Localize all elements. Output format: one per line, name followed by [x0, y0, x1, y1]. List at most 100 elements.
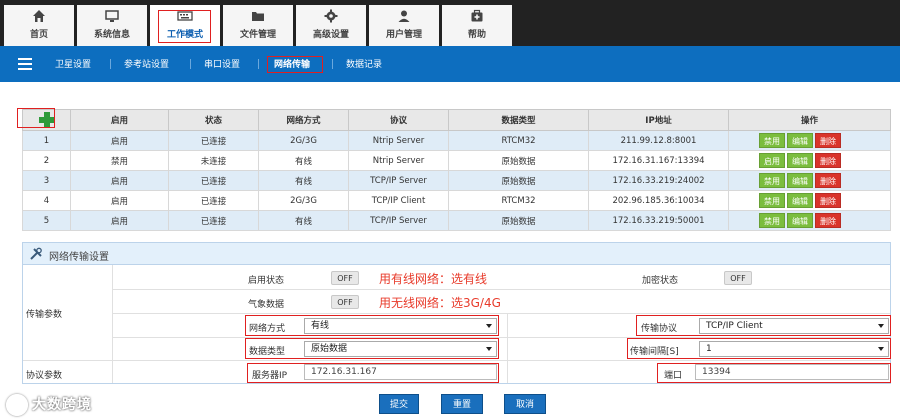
edit-button[interactable]: 编辑 [787, 153, 813, 168]
row-actions: 禁用 编辑 删除 [728, 170, 891, 191]
subnav-satellite[interactable]: 卫星设置 [55, 57, 91, 70]
chevron-down-icon [486, 347, 492, 351]
row-protocol: Ntrip Server [348, 150, 449, 171]
network-mode-value: 有线 [311, 321, 330, 331]
reset-button[interactable]: 重置 [441, 394, 483, 414]
row-network: 2G/3G [258, 130, 349, 151]
tab-help-label: 帮助 [467, 30, 486, 40]
panel-title: 网络传输设置 [49, 252, 109, 263]
edit-button[interactable]: 编辑 [787, 193, 813, 208]
tab-work-mode-label: 工作模式 [166, 30, 203, 40]
network-mode-label: 网络方式 [249, 324, 286, 334]
row-protocol: Ntrip Server [348, 130, 449, 151]
table-row: 3 启用 已连接 有线 TCP/IP Server 原始数据 172.16.33… [22, 170, 891, 191]
delete-button[interactable]: 删除 [815, 133, 841, 148]
row-data-type: 原始数据 [448, 210, 589, 231]
chevron-down-icon [878, 324, 884, 328]
row-ip: 172.16.33.219:50001 [588, 210, 729, 231]
row-network: 有线 [258, 170, 349, 191]
keyboard-icon [177, 11, 193, 21]
server-ip-input[interactable]: 172.16.31.167 [304, 364, 497, 380]
data-type-select[interactable]: 原始数据 [304, 341, 497, 357]
tab-user-management[interactable]: 用户管理 [369, 5, 439, 46]
row-divider [113, 337, 890, 338]
submit-button[interactable]: 提交 [379, 394, 419, 414]
tab-system-info[interactable]: 系统信息 [77, 5, 147, 46]
row-divider [23, 360, 890, 361]
row-number: 5 [22, 210, 71, 231]
port-input[interactable]: 13394 [695, 364, 889, 380]
network-transfer-settings-panel: 网络传输设置 传输参数 协议参数 启用状态 OFF 用有线网络：选有线 加密状态… [22, 242, 891, 384]
subnav-reference-station[interactable]: 参考站设置 [124, 57, 169, 70]
menu-icon[interactable] [18, 58, 32, 70]
tab-help[interactable]: 帮助 [442, 5, 512, 46]
tab-home[interactable]: 首页 [4, 5, 74, 46]
subnav-data-record[interactable]: 数据记录 [346, 57, 382, 70]
row-enabled: 启用 [70, 130, 169, 151]
sub-nav-bar: 卫星设置 参考站设置 串口设置 网络传输 数据记录 [0, 46, 900, 82]
subnav-separator [258, 59, 259, 69]
row-protocol: TCP/IP Server [348, 210, 449, 231]
table-row: 4 启用 已连接 2G/3G TCP/IP Client RTCM32 202.… [22, 190, 891, 211]
disable-button[interactable]: 禁用 [759, 213, 785, 228]
header-status: 状态 [168, 109, 259, 131]
transfer-protocol-select[interactable]: TCP/IP Client [699, 318, 889, 334]
tab-advanced-settings[interactable]: 高级设置 [296, 5, 366, 46]
row-ip: 211.99.12.8:8001 [588, 130, 729, 151]
delete-button[interactable]: 删除 [815, 173, 841, 188]
subnav-network-transfer[interactable]: 网络传输 [274, 57, 310, 70]
help-icon [471, 9, 483, 22]
chevron-down-icon [878, 347, 884, 351]
weather-data-toggle[interactable]: OFF [331, 295, 359, 309]
annotation-wireless: 用无线网络：选3G/4G [379, 296, 501, 310]
row-enabled: 禁用 [70, 150, 169, 171]
tab-file-management[interactable]: 文件管理 [223, 5, 293, 46]
transfer-protocol-value: TCP/IP Client [706, 321, 763, 331]
row-number: 2 [22, 150, 71, 171]
row-protocol: TCP/IP Server [348, 170, 449, 191]
delete-button[interactable]: 删除 [815, 213, 841, 228]
row-network: 2G/3G [258, 190, 349, 211]
add-icon[interactable] [38, 112, 55, 128]
header-enabled: 启用 [70, 109, 169, 131]
edit-button[interactable]: 编辑 [787, 133, 813, 148]
encrypt-status-toggle[interactable]: OFF [724, 271, 752, 285]
row-data-type: RTCM32 [448, 130, 589, 151]
watermark-logo-icon [6, 394, 28, 416]
group-transfer-label: 传输参数 [26, 310, 63, 320]
disable-button[interactable]: 禁用 [759, 173, 785, 188]
transfer-interval-value: 1 [706, 344, 712, 354]
row-enabled: 启用 [70, 190, 169, 211]
delete-button[interactable]: 删除 [815, 193, 841, 208]
row-actions: 禁用 编辑 删除 [728, 190, 891, 211]
enable-button[interactable]: 启用 [759, 153, 785, 168]
cancel-button[interactable]: 取消 [504, 394, 546, 414]
tab-work-mode[interactable]: 工作模式 [150, 5, 220, 46]
gear-icon [324, 9, 338, 23]
transfer-interval-select[interactable]: 1 [699, 341, 889, 357]
tab-user-management-label: 用户管理 [385, 30, 422, 40]
row-actions: 启用 编辑 删除 [728, 150, 891, 171]
row-status: 未连接 [168, 150, 259, 171]
row-number: 4 [22, 190, 71, 211]
home-icon [33, 10, 45, 22]
edit-button[interactable]: 编辑 [787, 173, 813, 188]
delete-button[interactable]: 删除 [815, 153, 841, 168]
subnav-serial[interactable]: 串口设置 [204, 57, 240, 70]
encrypt-status-label: 加密状态 [642, 276, 679, 286]
server-ip-value: 172.16.31.167 [311, 367, 377, 377]
watermark-text: 大数跨境 [32, 397, 92, 413]
row-number: 1 [22, 130, 71, 151]
disable-button[interactable]: 禁用 [759, 193, 785, 208]
row-ip: 202.96.185.36:10034 [588, 190, 729, 211]
chevron-down-icon [486, 324, 492, 328]
row-status: 已连接 [168, 130, 259, 151]
edit-button[interactable]: 编辑 [787, 213, 813, 228]
row-actions: 禁用 编辑 删除 [728, 210, 891, 231]
group-divider [112, 265, 113, 383]
enable-status-toggle[interactable]: OFF [331, 271, 359, 285]
disable-button[interactable]: 禁用 [759, 133, 785, 148]
row-network: 有线 [258, 150, 349, 171]
transfer-protocol-label: 传输协议 [641, 324, 678, 334]
network-mode-select[interactable]: 有线 [304, 318, 497, 334]
